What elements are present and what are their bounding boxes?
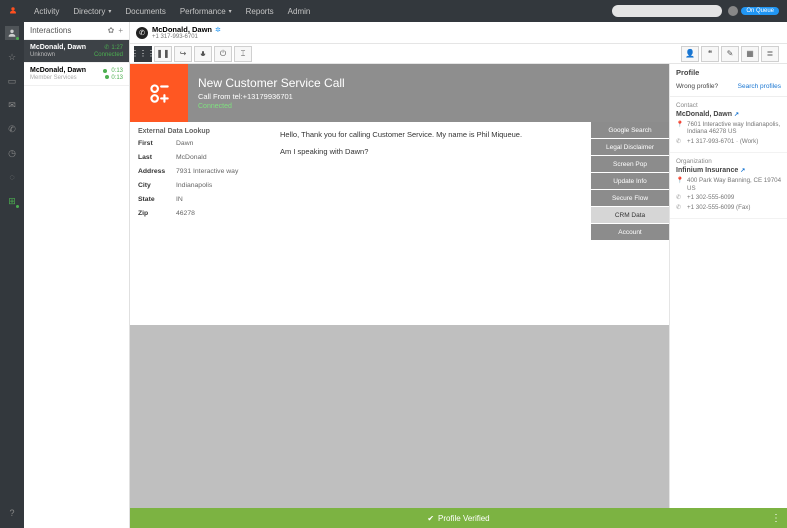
nav-directory[interactable]: Directory▾: [67, 7, 117, 16]
rail-profile-icon[interactable]: [5, 26, 19, 40]
nav-activity[interactable]: Activity: [28, 7, 65, 16]
contact-label: Contact: [676, 102, 781, 109]
user-menu[interactable]: On Queue: [728, 6, 779, 16]
profile-panel: Profile Wrong profile? Search profiles C…: [669, 64, 787, 528]
transfer-button[interactable]: ↪: [174, 46, 192, 62]
external-link-icon[interactable]: ↗: [740, 168, 745, 174]
rail-phone-icon[interactable]: ✆: [5, 122, 19, 136]
caller-name: McDonald, Dawn: [152, 25, 212, 34]
global-search-input[interactable]: [612, 5, 722, 17]
caller-header: ✆ McDonald, Dawn✲ +1 317-993-6701: [130, 22, 787, 44]
lookup-heading: External Data Lookup: [138, 128, 262, 135]
pin-icon: 📍: [676, 121, 683, 136]
dialpad-button[interactable]: ⋮⋮⋮: [134, 46, 152, 62]
rail-chat-icon[interactable]: ◌: [5, 170, 19, 184]
interaction-card[interactable]: McDonald, Dawn0:13 Member Services0:13: [24, 63, 129, 86]
hero-title: New Customer Service Call: [198, 76, 345, 90]
phone-icon: ✆: [104, 44, 109, 51]
pin-icon: 📍: [676, 177, 683, 192]
interaction-card[interactable]: McDonald, Dawn✆1:27 UnknownConnected: [24, 40, 129, 63]
call-type-icon: [130, 64, 188, 122]
check-icon: ✔: [427, 514, 434, 523]
script-tool-button[interactable]: ≣: [761, 46, 779, 62]
script-actions: Google Search Legal Disclaimer Screen Po…: [591, 122, 669, 325]
external-link-icon[interactable]: ↗: [734, 112, 739, 118]
action-update-info[interactable]: Update Info: [591, 173, 669, 189]
profile-verified-bar[interactable]: ✔ Profile Verified ⋮: [130, 508, 787, 528]
call-hero: New Customer Service Call Call From tel:…: [130, 64, 669, 122]
rail-star-icon[interactable]: ☆: [5, 50, 19, 64]
script-line: Am I speaking with Dawn?: [280, 147, 581, 156]
favorite-icon[interactable]: ✲: [215, 27, 221, 34]
rail-help-icon[interactable]: ?: [5, 506, 19, 520]
top-navbar: Activity Directory▾ Documents Performanc…: [0, 0, 787, 22]
secure-button[interactable]: ⌶: [234, 46, 252, 62]
end-call-button[interactable]: ⏻: [214, 46, 232, 62]
interactions-panel: Interactions ✿ + McDonald, Dawn✆1:27 Unk…: [24, 22, 130, 528]
hero-status: Connected: [198, 103, 345, 110]
action-account[interactable]: Account: [591, 224, 669, 240]
interactions-title: Interactions: [30, 26, 71, 35]
main-area: ✆ McDonald, Dawn✲ +1 317-993-6701 ⋮⋮⋮ ❚❚…: [130, 22, 787, 528]
contact-name: McDonald, Dawn↗: [676, 111, 781, 118]
nav-documents[interactable]: Documents: [119, 7, 171, 16]
left-rail: ☆ ▭ ✉ ✆ ◷ ◌ ⊞ ?: [0, 22, 24, 528]
hold-button[interactable]: ❚❚: [154, 46, 172, 62]
profile-tool-button[interactable]: 👤: [681, 46, 699, 62]
call-toolbar: ⋮⋮⋮ ❚❚ ↪ ⏻ ⌶ 👤 ❝ ✎ ▦ ≣: [130, 44, 787, 64]
app-logo: [8, 6, 18, 16]
search-profiles-link[interactable]: Search profiles: [738, 83, 781, 90]
action-crm-data[interactable]: CRM Data: [591, 207, 669, 223]
action-secure-flow[interactable]: Secure Flow: [591, 190, 669, 206]
action-google-search[interactable]: Google Search: [591, 122, 669, 138]
top-nav: Activity Directory▾ Documents Performanc…: [28, 7, 316, 16]
nav-performance[interactable]: Performance▾: [174, 7, 238, 16]
script-line: Hello, Thank you for calling Customer Se…: [280, 130, 581, 139]
nav-admin[interactable]: Admin: [282, 7, 317, 16]
org-label: Organization: [676, 158, 781, 165]
profile-title: Profile: [670, 64, 787, 81]
action-screen-pop[interactable]: Screen Pop: [591, 156, 669, 172]
rail-apps-icon[interactable]: ⊞: [5, 194, 19, 208]
phone-icon: ✆: [676, 194, 683, 201]
phone-icon: ✆: [676, 138, 683, 145]
rail-mail-icon[interactable]: ✉: [5, 98, 19, 112]
script-area: Hello, Thank you for calling Customer Se…: [270, 122, 591, 325]
chevron-down-icon: ▾: [108, 8, 111, 15]
phone-icon: ✆: [136, 27, 148, 39]
interactions-add-icon[interactable]: +: [118, 26, 123, 35]
edit-tool-button[interactable]: ✎: [721, 46, 739, 62]
mute-button[interactable]: [194, 46, 212, 62]
avatar: [728, 6, 738, 16]
nav-reports[interactable]: Reports: [240, 7, 280, 16]
queue-status-badge[interactable]: On Queue: [741, 7, 779, 15]
interactions-settings-icon[interactable]: ✿: [108, 26, 115, 35]
caller-number: +1 317-993-6701: [152, 34, 221, 40]
rail-inbox-icon[interactable]: ▭: [5, 74, 19, 88]
more-icon[interactable]: ⋮: [771, 513, 781, 524]
schedule-tool-button[interactable]: ▦: [741, 46, 759, 62]
rail-clock-icon[interactable]: ◷: [5, 146, 19, 160]
phone-icon: ✆: [676, 204, 683, 211]
hero-subtitle: Call From tel:+13179936701: [198, 92, 345, 101]
quote-tool-button[interactable]: ❝: [701, 46, 719, 62]
action-legal-disclaimer[interactable]: Legal Disclaimer: [591, 139, 669, 155]
data-lookup-panel: External Data Lookup FirstDawn LastMcDon…: [130, 122, 270, 325]
org-name: Infinium Insurance↗: [676, 167, 781, 174]
wrong-profile-label: Wrong profile?: [676, 83, 718, 90]
chevron-down-icon: ▾: [229, 8, 232, 15]
